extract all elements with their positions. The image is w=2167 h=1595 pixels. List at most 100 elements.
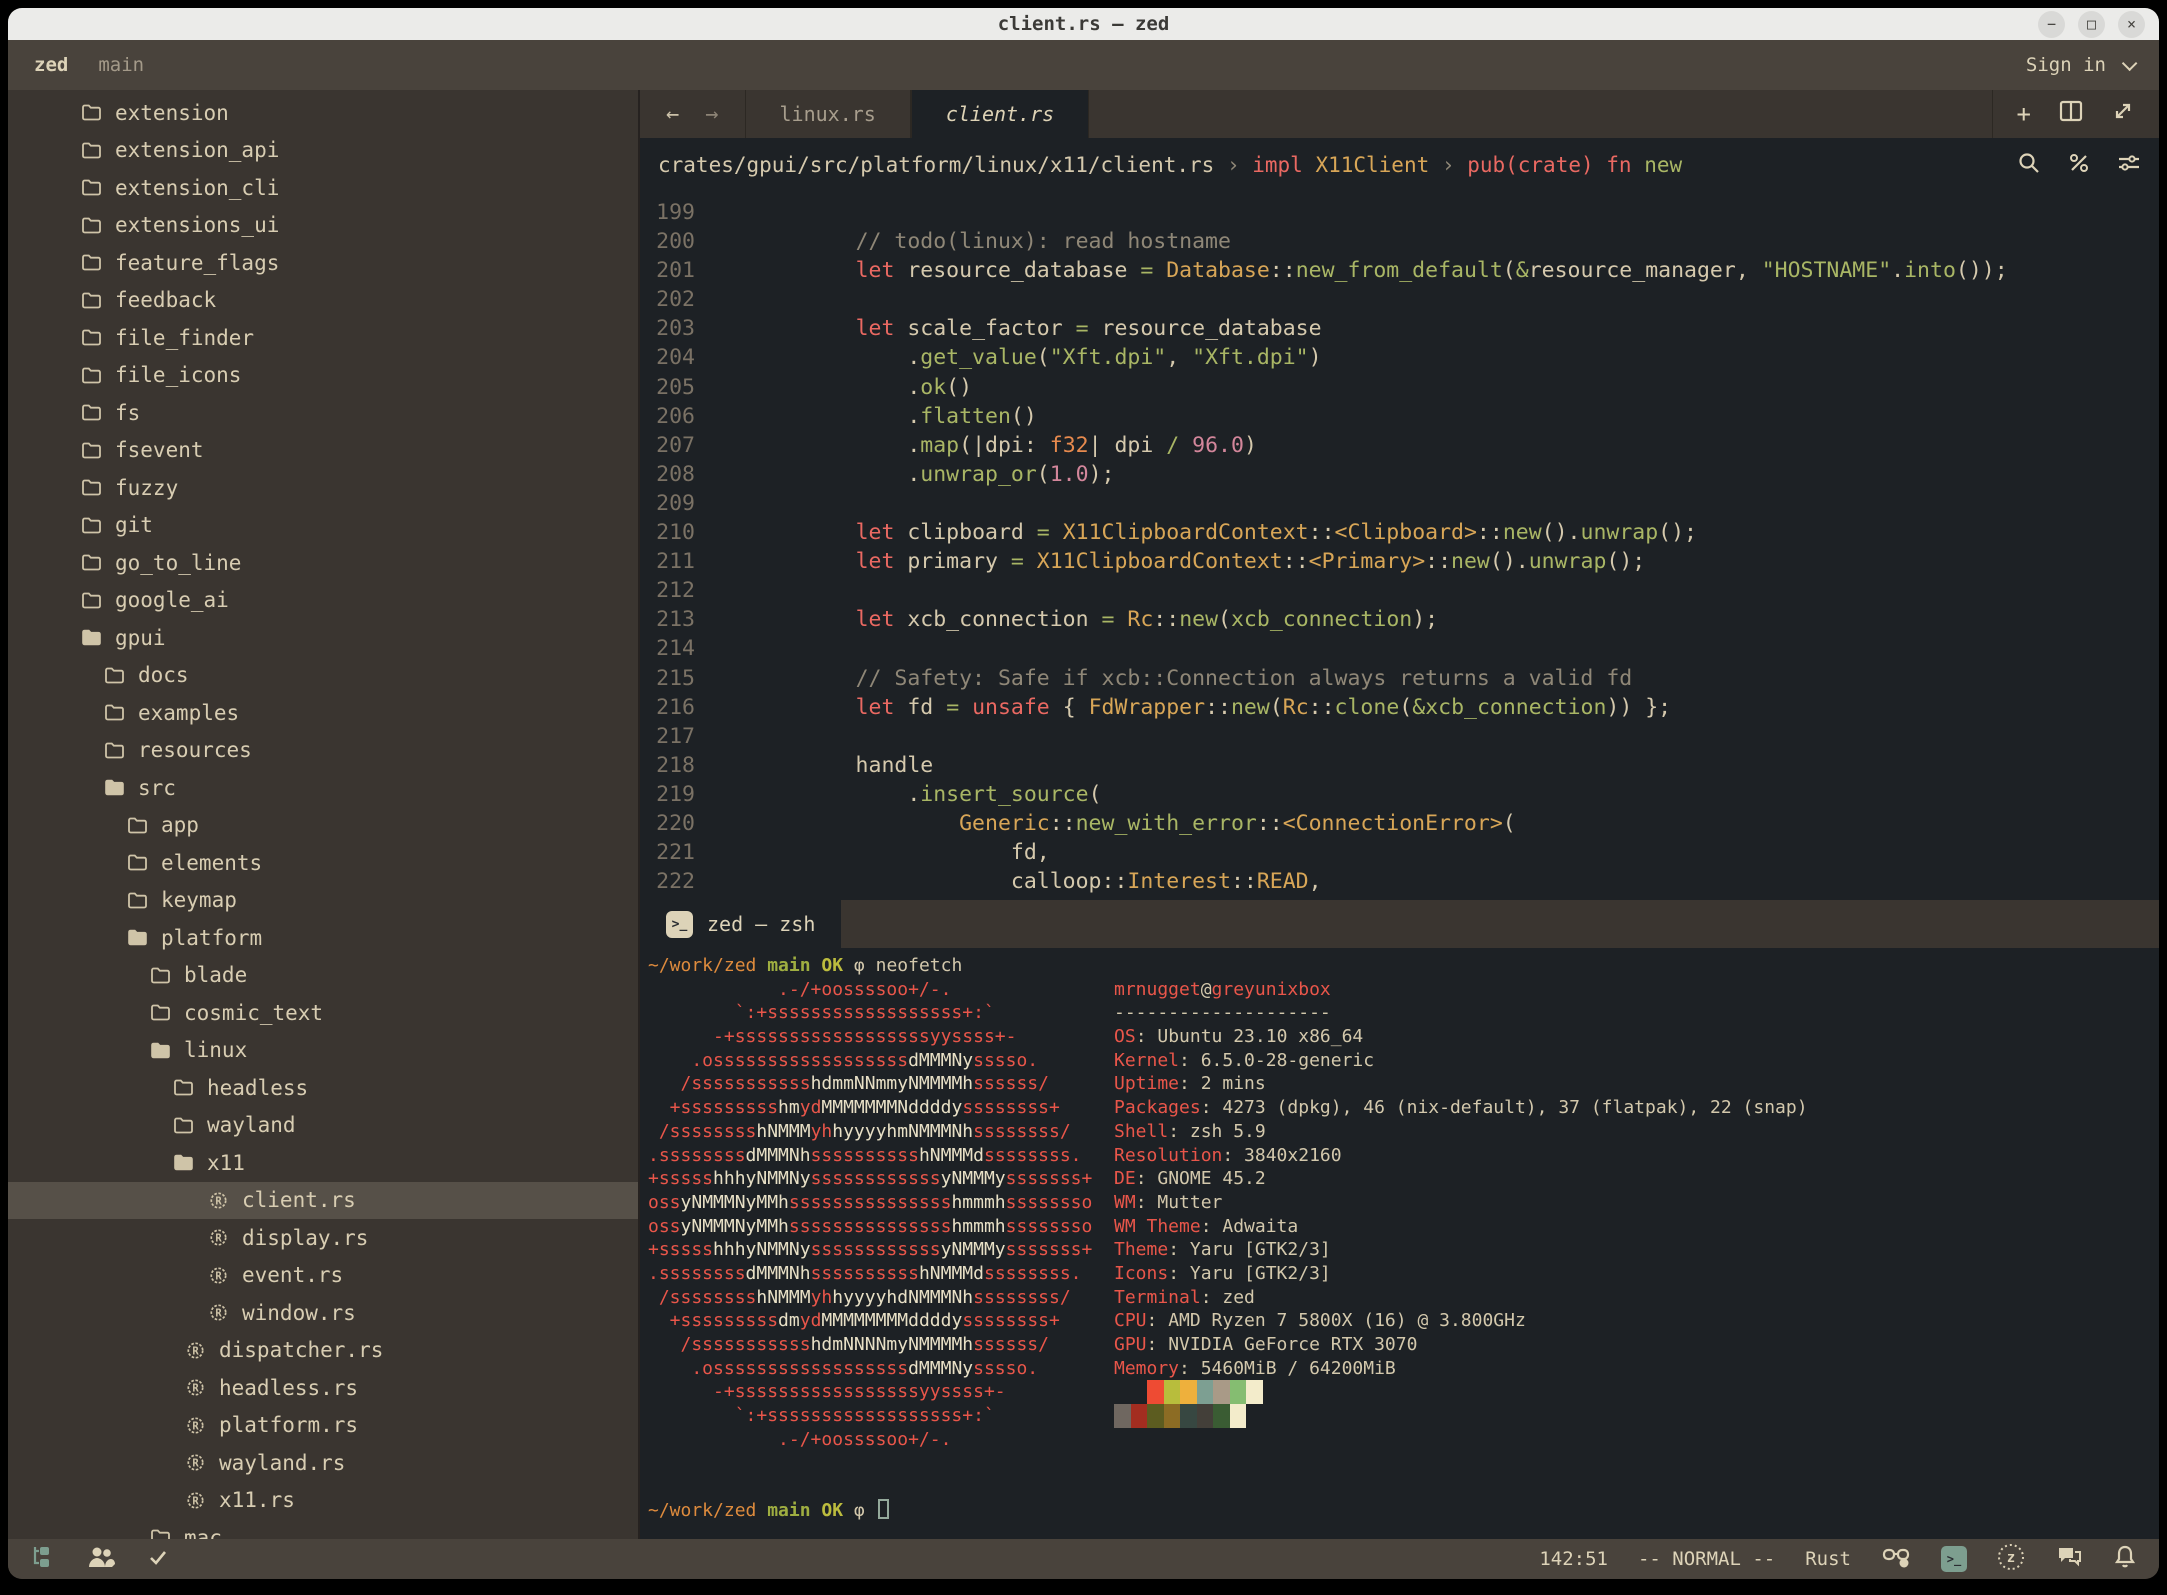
code-line-206[interactable]: 206 .flatten() bbox=[640, 402, 2159, 431]
file-tree-item-google-ai[interactable]: google_ai bbox=[8, 582, 638, 620]
file-tree-item-gpui[interactable]: gpui bbox=[8, 619, 638, 657]
expand-diagonal-icon[interactable] bbox=[2111, 99, 2135, 129]
file-tree-item-client-rs[interactable]: Rclient.rs bbox=[8, 1182, 638, 1220]
breadcrumb[interactable]: crates/gpui/src/platform/linux/x11/clien… bbox=[640, 138, 2159, 192]
terminal-content[interactable]: ~/work/zed main OK φ neofetch .-/+oossss… bbox=[640, 948, 2159, 1539]
file-tree-item-x11-rs[interactable]: Rx11.rs bbox=[8, 1482, 638, 1520]
project-panel-icon[interactable] bbox=[30, 1544, 56, 1575]
code-line-208[interactable]: 208 .unwrap_or(1.0); bbox=[640, 460, 2159, 489]
maximize-button[interactable]: □ bbox=[2078, 11, 2105, 38]
code-line-211[interactable]: 211 let primary = X11ClipboardContext::<… bbox=[640, 547, 2159, 576]
nav-forward-icon[interactable]: → bbox=[705, 102, 718, 127]
cursor-position[interactable]: 142:51 bbox=[1539, 1548, 1608, 1570]
code-line-218[interactable]: 218 handle bbox=[640, 751, 2159, 780]
file-tree-item-window-rs[interactable]: Rwindow.rs bbox=[8, 1294, 638, 1332]
code-line-219[interactable]: 219 .insert_source( bbox=[640, 780, 2159, 809]
folder-icon bbox=[125, 852, 149, 874]
file-tree-item-fs[interactable]: fs bbox=[8, 394, 638, 432]
file-tree-item-fsevent[interactable]: fsevent bbox=[8, 432, 638, 470]
code-line-214[interactable]: 214 bbox=[640, 634, 2159, 663]
code-line-199[interactable]: 199 bbox=[640, 198, 2159, 227]
file-tree-item-event-rs[interactable]: Revent.rs bbox=[8, 1257, 638, 1295]
zed-ai-icon[interactable]: z bbox=[1997, 1543, 2025, 1576]
file-tree-item-platform-rs[interactable]: Rplatform.rs bbox=[8, 1407, 638, 1445]
file-tree-item-blade[interactable]: blade bbox=[8, 957, 638, 995]
folder-icon bbox=[79, 589, 103, 611]
title-bar[interactable]: client.rs — zed − □ × bbox=[8, 8, 2159, 40]
file-tree-item-x11[interactable]: x11 bbox=[8, 1144, 638, 1182]
split-pane-icon[interactable] bbox=[2059, 100, 2083, 128]
copilot-icon[interactable] bbox=[1881, 1544, 1911, 1575]
code-line-201[interactable]: 201 let resource_database = Database::ne… bbox=[640, 256, 2159, 285]
file-tree-item-elements[interactable]: elements bbox=[8, 844, 638, 882]
file-tree-item-extension-api[interactable]: extension_api bbox=[8, 132, 638, 170]
minimize-button[interactable]: − bbox=[2038, 11, 2065, 38]
file-tree-item-wayland-rs[interactable]: Rwayland.rs bbox=[8, 1444, 638, 1482]
file-tree-item-mac[interactable]: mac bbox=[8, 1519, 638, 1539]
chevron-down-icon[interactable] bbox=[2122, 55, 2138, 71]
file-tree-item-keymap[interactable]: keymap bbox=[8, 882, 638, 920]
code-line-220[interactable]: 220 Generic::new_with_error::<Connection… bbox=[640, 809, 2159, 838]
file-tree-item-extensions-ui[interactable]: extensions_ui bbox=[8, 207, 638, 245]
code-line-205[interactable]: 205 .ok() bbox=[640, 373, 2159, 402]
code-line-209[interactable]: 209 bbox=[640, 489, 2159, 518]
file-tree-item-app[interactable]: app bbox=[8, 807, 638, 845]
code-line-222[interactable]: 222 calloop::Interest::READ, bbox=[640, 867, 2159, 896]
file-tree-item-src[interactable]: src bbox=[8, 769, 638, 807]
file-tree-item-git[interactable]: git bbox=[8, 507, 638, 545]
close-button[interactable]: × bbox=[2118, 11, 2145, 38]
file-tree-item-go-to-line[interactable]: go_to_line bbox=[8, 544, 638, 582]
file-tree-item-display-rs[interactable]: Rdisplay.rs bbox=[8, 1219, 638, 1257]
code-line-213[interactable]: 213 let xcb_connection = Rc::new(xcb_con… bbox=[640, 605, 2159, 634]
code-line-221[interactable]: 221 fd, bbox=[640, 838, 2159, 867]
bell-icon[interactable] bbox=[2113, 1544, 2137, 1575]
search-icon[interactable] bbox=[2017, 151, 2041, 180]
code-editor[interactable]: 199200 // todo(linux): read hostname201 … bbox=[640, 192, 2159, 900]
terminal-panel-icon[interactable]: >_ bbox=[1941, 1546, 1967, 1572]
file-tree-item-extension[interactable]: extension bbox=[8, 94, 638, 132]
tab-linux-rs[interactable]: linux.rs bbox=[745, 90, 911, 138]
code-line-207[interactable]: 207 .map(|dpi: f32| dpi / 96.0) bbox=[640, 431, 2159, 460]
file-tree-item-feedback[interactable]: feedback bbox=[8, 282, 638, 320]
file-tree-item-linux[interactable]: linux bbox=[8, 1032, 638, 1070]
file-tree-item-feature-flags[interactable]: feature_flags bbox=[8, 244, 638, 282]
git-branch-label[interactable]: main bbox=[98, 54, 144, 76]
code-line-216[interactable]: 216 let fd = unsafe { FdWrapper::new(Rc:… bbox=[640, 693, 2159, 722]
file-tree-item-resources[interactable]: resources bbox=[8, 732, 638, 770]
code-line-212[interactable]: 212 bbox=[640, 576, 2159, 605]
nav-back-icon[interactable]: ← bbox=[666, 102, 679, 127]
file-tree-item-platform[interactable]: platform bbox=[8, 919, 638, 957]
file-tree-item-wayland[interactable]: wayland bbox=[8, 1107, 638, 1145]
file-tree-item-extension-cli[interactable]: extension_cli bbox=[8, 169, 638, 207]
tab-client-rs[interactable]: client.rs bbox=[911, 90, 1089, 138]
folder-open-icon bbox=[148, 1039, 172, 1061]
inline-assist-icon[interactable] bbox=[2067, 151, 2091, 180]
file-tree-item-headless[interactable]: headless bbox=[8, 1069, 638, 1107]
file-tree-item-headless-rs[interactable]: Rheadless.rs bbox=[8, 1369, 638, 1407]
svg-text:R: R bbox=[192, 1420, 199, 1432]
terminal-tab[interactable]: >_ zed — zsh bbox=[640, 900, 841, 948]
code-line-217[interactable]: 217 bbox=[640, 722, 2159, 751]
editor-controls-icon[interactable] bbox=[2117, 151, 2141, 180]
file-tree-item-fuzzy[interactable]: fuzzy bbox=[8, 469, 638, 507]
file-tree-item-cosmic-text[interactable]: cosmic_text bbox=[8, 994, 638, 1032]
app-menu[interactable]: zed bbox=[34, 54, 68, 76]
file-tree-item-examples[interactable]: examples bbox=[8, 694, 638, 732]
file-tree-item-file-icons[interactable]: file_icons bbox=[8, 357, 638, 395]
code-line-204[interactable]: 204 .get_value("Xft.dpi", "Xft.dpi") bbox=[640, 343, 2159, 372]
terminal-cursor bbox=[878, 1499, 889, 1519]
chat-icon[interactable] bbox=[2055, 1544, 2083, 1575]
code-line-203[interactable]: 203 let scale_factor = resource_database bbox=[640, 314, 2159, 343]
diagnostics-check-icon[interactable] bbox=[146, 1545, 170, 1574]
collaboration-icon[interactable] bbox=[86, 1544, 116, 1575]
file-tree-item-docs[interactable]: docs bbox=[8, 657, 638, 695]
code-line-200[interactable]: 200 // todo(linux): read hostname bbox=[640, 227, 2159, 256]
new-tab-icon[interactable]: + bbox=[2017, 100, 2031, 128]
file-tree-item-dispatcher-rs[interactable]: Rdispatcher.rs bbox=[8, 1332, 638, 1370]
language-selector[interactable]: Rust bbox=[1805, 1548, 1851, 1570]
file-tree-item-file-finder[interactable]: file_finder bbox=[8, 319, 638, 357]
code-line-215[interactable]: 215 // Safety: Safe if xcb::Connection a… bbox=[640, 664, 2159, 693]
code-line-202[interactable]: 202 bbox=[640, 285, 2159, 314]
sign-in-button[interactable]: Sign in bbox=[2026, 54, 2106, 76]
code-line-210[interactable]: 210 let clipboard = X11ClipboardContext:… bbox=[640, 518, 2159, 547]
